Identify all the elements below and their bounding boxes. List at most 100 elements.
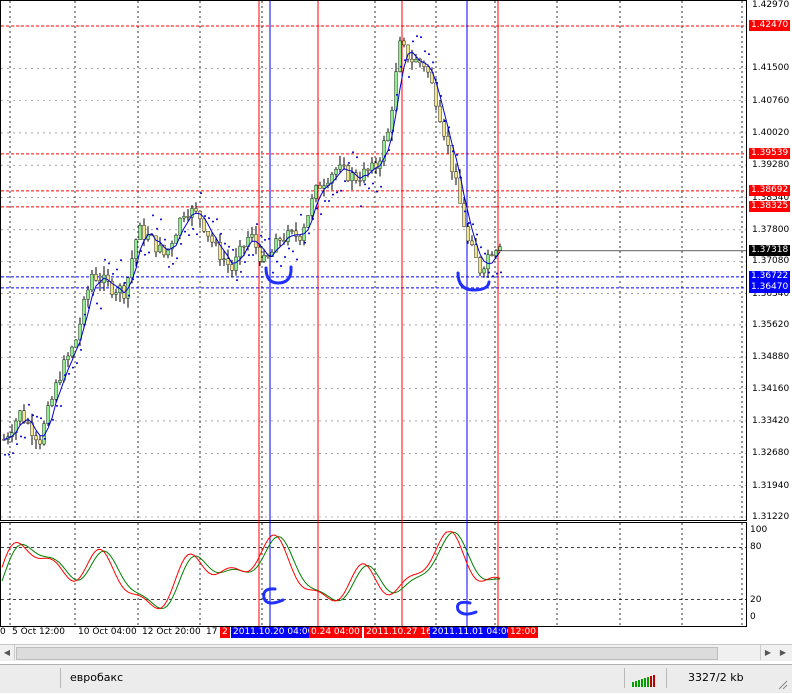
candle-body-4 bbox=[18, 410, 22, 422]
candle-body-103 bbox=[414, 59, 418, 63]
sar-dot-7 bbox=[32, 414, 34, 417]
price-tick-label: 1.35620 bbox=[752, 319, 790, 330]
sar-dot-113 bbox=[456, 153, 458, 156]
sar-dot-59 bbox=[240, 270, 242, 273]
candle-body-112 bbox=[450, 145, 454, 172]
sar-dot-46 bbox=[188, 234, 190, 237]
sar-dot-56 bbox=[228, 245, 230, 248]
candle-body-65 bbox=[262, 255, 266, 262]
candle-body-120 bbox=[482, 268, 486, 274]
stochastic-tick-label: 0 bbox=[750, 612, 756, 622]
scroll-right-arrow-icon[interactable]: ▶ bbox=[760, 645, 775, 660]
candle-body-122 bbox=[490, 254, 494, 256]
price-pane-frame bbox=[0, 0, 747, 521]
sar-dot-71 bbox=[288, 247, 290, 250]
sar-dot-4 bbox=[20, 435, 22, 438]
sar-dot-92 bbox=[372, 182, 374, 185]
sar-dot-111 bbox=[448, 126, 450, 129]
resistance-price-tag: 1.38692 bbox=[749, 184, 791, 196]
price-tick-label: 1.40020 bbox=[752, 127, 790, 138]
candle-body-59 bbox=[238, 245, 242, 258]
sar-dot-22 bbox=[92, 293, 94, 296]
sar-dot-57 bbox=[232, 248, 234, 251]
price-tick-label: 1.32680 bbox=[752, 448, 790, 459]
candle-body-113 bbox=[454, 171, 458, 179]
candle-body-89 bbox=[358, 180, 362, 182]
sar-dot-108 bbox=[436, 81, 438, 84]
candle-body-45 bbox=[182, 216, 186, 219]
sar-dot-33 bbox=[136, 261, 138, 264]
candle-body-90 bbox=[362, 168, 366, 181]
candle-body-20 bbox=[82, 299, 86, 325]
stochastic-tick-label: 80 bbox=[750, 542, 762, 553]
sar-dot-66 bbox=[268, 237, 270, 240]
candle-body-12 bbox=[50, 399, 54, 406]
candle-body-86 bbox=[346, 165, 350, 181]
sar-dot-68 bbox=[276, 260, 278, 263]
price-chart[interactable] bbox=[0, 0, 792, 644]
price-tick-label: 1.34880 bbox=[752, 352, 790, 363]
sar-dot-27 bbox=[112, 272, 114, 275]
sar-dot-65 bbox=[264, 238, 266, 241]
support-price-tag: 1.36470 bbox=[749, 281, 791, 293]
candle-body-60 bbox=[242, 245, 246, 248]
candle-body-21 bbox=[86, 289, 90, 300]
sar-dot-40 bbox=[164, 238, 166, 241]
horizontal-scrollbar[interactable]: ◀ ▶ ▶ bbox=[0, 644, 792, 661]
status-bar: евробакс 3327/2 kb bbox=[0, 664, 792, 693]
candle-body-52 bbox=[210, 235, 214, 243]
price-tick-label: 1.41500 bbox=[752, 63, 790, 74]
sar-dot-110 bbox=[444, 119, 446, 122]
sar-dot-30 bbox=[124, 281, 126, 284]
candle-body-44 bbox=[178, 217, 182, 236]
candle-body-100 bbox=[402, 40, 406, 46]
price-tick-label: 1.34160 bbox=[752, 383, 790, 394]
sar-dot-93 bbox=[376, 190, 378, 193]
sar-dot-69 bbox=[280, 264, 282, 267]
resistance-price-tag: 1.39539 bbox=[749, 147, 791, 159]
sar-dot-20 bbox=[84, 313, 86, 316]
sar-dot-12 bbox=[52, 418, 54, 421]
sar-dot-43 bbox=[176, 257, 178, 260]
candle-body-64 bbox=[258, 247, 262, 262]
resize-grip-icon[interactable] bbox=[776, 675, 788, 690]
sar-dot-37 bbox=[152, 214, 154, 217]
candle-body-62 bbox=[250, 234, 254, 238]
sar-dot-17 bbox=[72, 366, 74, 369]
candle-body-115 bbox=[462, 203, 466, 227]
sar-dot-88 bbox=[356, 156, 358, 159]
time-marker-label: 0.24 04:00 bbox=[309, 627, 362, 638]
price-tick-label: 1.31220 bbox=[752, 512, 790, 522]
candle-body-17 bbox=[70, 346, 74, 357]
sar-dot-1 bbox=[8, 453, 10, 456]
candle-body-11 bbox=[46, 405, 50, 424]
sar-dot-67 bbox=[272, 271, 274, 274]
candle-body-102 bbox=[410, 58, 414, 63]
sar-dot-90 bbox=[364, 183, 366, 186]
sar-dot-44 bbox=[180, 242, 182, 245]
scroll-thumb[interactable] bbox=[16, 647, 718, 660]
time-marker-label: 2 bbox=[220, 627, 230, 638]
chart-tab-label[interactable]: евробакс bbox=[70, 669, 123, 687]
sar-dot-18 bbox=[76, 362, 78, 365]
price-tick-label: 1.33420 bbox=[752, 415, 790, 426]
sar-dot-100 bbox=[404, 59, 406, 62]
resistance-price-tag: 1.42470 bbox=[749, 20, 791, 31]
sar-dot-85 bbox=[344, 180, 346, 183]
candle-body-57 bbox=[230, 264, 234, 271]
candle-body-111 bbox=[446, 135, 450, 146]
sar-dot-42 bbox=[172, 262, 174, 265]
candle-body-53 bbox=[214, 241, 218, 244]
sar-dot-14 bbox=[60, 405, 62, 408]
candle-body-48 bbox=[194, 208, 198, 212]
sar-dot-64 bbox=[260, 234, 262, 237]
sar-dot-124 bbox=[500, 271, 502, 274]
scroll-end-arrow-icon[interactable]: ▶ bbox=[776, 645, 790, 660]
sar-dot-83 bbox=[336, 191, 338, 194]
sar-dot-89 bbox=[360, 205, 362, 208]
candle-body-124 bbox=[498, 246, 502, 251]
sar-dot-31 bbox=[128, 294, 130, 297]
sar-dot-60 bbox=[244, 261, 246, 264]
chart-window[interactable]: 1.42970 1.42470 1.41500 1.40760 1.40020 1.392… bbox=[0, 0, 792, 693]
scroll-left-arrow-icon[interactable]: ◀ bbox=[0, 645, 15, 660]
